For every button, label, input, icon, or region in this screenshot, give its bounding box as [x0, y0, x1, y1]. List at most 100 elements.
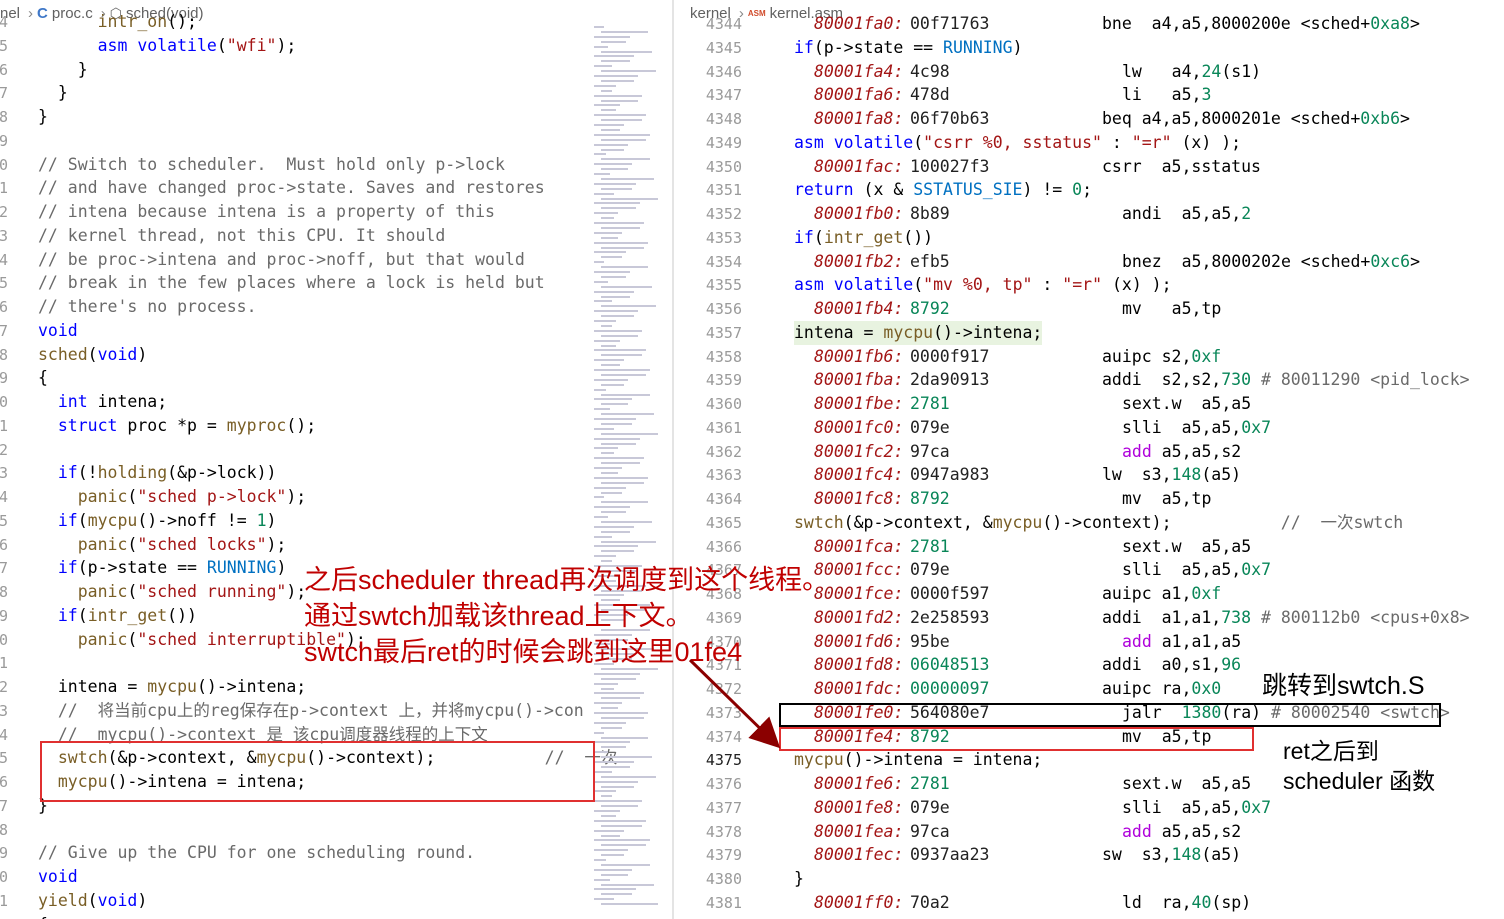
source-line: intena = mycpu()->intena; [794, 320, 1043, 345]
minimap-line [594, 751, 608, 754]
line-number: 4352 [705, 205, 742, 223]
minimap-line [601, 393, 650, 396]
minimap-line [594, 26, 604, 28]
line-number: 4374 [705, 727, 742, 746]
asm-address: 80001fea: [814, 821, 904, 841]
line-number: 4364 [705, 490, 742, 508]
line-number: 4348 [705, 110, 742, 128]
minimap-line [601, 883, 654, 886]
asm-opcode: 97ca [910, 441, 950, 461]
asm-instruction: addi a1,a1,738 # 800112b0 <cpus+0x8> [1102, 607, 1470, 627]
minimap-line [594, 349, 646, 352]
line-number: 4375 [705, 751, 742, 770]
minimap-line [594, 408, 610, 411]
code-line: if(mycpu()->noff != 1) [57, 510, 277, 530]
minimap-line [594, 320, 616, 322]
asm-address: 80001fd8: [814, 655, 904, 675]
asm-opcode: 2e258593 [910, 607, 990, 627]
highlight-box-swtch-call [40, 741, 595, 802]
minimap[interactable] [586, 26, 658, 919]
code-line: panic("sched locks"); [77, 534, 287, 554]
label-ret-1: ret之后到 [1283, 738, 1379, 764]
line-number: 4 [0, 13, 8, 31]
minimap-line [594, 810, 620, 812]
line-number: 4 [0, 250, 8, 269]
minimap-line [601, 285, 652, 288]
minimap-line [601, 716, 644, 719]
minimap-line [594, 300, 612, 303]
line-number: 8 [0, 820, 8, 839]
code-line: { [38, 368, 48, 388]
minimap-line [601, 707, 618, 710]
line-number: 4356 [705, 300, 742, 318]
code-line: // there's no process. [38, 297, 257, 316]
asm-address: 80001fa6: [814, 85, 904, 105]
minimap-line [601, 50, 652, 53]
asm-address: 80001fbe: [814, 394, 904, 413]
line-number: 4346 [705, 62, 742, 81]
line-number: 4355 [705, 276, 742, 295]
minimap-line [594, 35, 630, 38]
minimap-line [601, 736, 648, 739]
minimap-line [594, 114, 646, 117]
minimap-line [601, 275, 626, 278]
minimap-line [594, 378, 628, 381]
minimap-line [601, 550, 634, 553]
code-line: asm volatile("wfi"); [97, 35, 297, 55]
minimap-line [601, 197, 658, 200]
minimap-line [601, 726, 622, 729]
code-line: // break in the few places where a lock … [38, 273, 545, 293]
minimap-line [594, 712, 648, 714]
minimap-line [601, 471, 618, 474]
minimap-line [601, 128, 620, 131]
minimap-line [594, 447, 618, 450]
highlight-box-jalr [779, 703, 1441, 727]
code-line: intr_on(); [97, 12, 197, 31]
asm-address: 80001fa8: [814, 109, 904, 128]
asm-opcode: 079e [910, 560, 950, 580]
asm-instruction: li a5,3 [1122, 85, 1212, 105]
line-number: 1 [0, 891, 8, 910]
minimap-line [601, 119, 642, 122]
minimap-line [594, 555, 616, 558]
minimap-line [594, 682, 618, 685]
asm-opcode: 0947a983 [910, 465, 990, 485]
code-line: // 将当前cpu上的reg保存在p->context 上，并将mycpu()-… [57, 700, 584, 720]
minimap-line [594, 486, 626, 489]
source-line: asm volatile("csrr %0, sstatus" : "=r" (… [794, 132, 1242, 152]
minimap-line [601, 697, 640, 700]
line-number: 4349 [705, 133, 742, 152]
minimap-line [601, 246, 644, 249]
line-number: 4376 [705, 775, 742, 793]
line-number: 4365 [705, 513, 742, 532]
line-number: 9 [0, 369, 8, 388]
minimap-line [601, 511, 626, 514]
minimap-line [601, 452, 614, 455]
line-number: 9 [0, 844, 8, 863]
source-line: asm volatile("mv %0, tp" : "=r" (x) ); [794, 275, 1172, 295]
minimap-line [601, 422, 632, 425]
minimap-line [594, 731, 604, 734]
asm-opcode: 70a2 [910, 892, 950, 912]
minimap-line [594, 133, 650, 136]
minimap-line [594, 800, 642, 803]
minimap-line [601, 177, 654, 180]
minimap-line [594, 339, 620, 342]
minimap-line [594, 868, 632, 871]
asm-instruction: auipc a1,0xf [1102, 584, 1222, 603]
minimap-line [601, 863, 650, 866]
asm-address: 80001fc8: [814, 489, 904, 508]
line-number: 8 [0, 345, 8, 364]
minimap-line [601, 501, 648, 504]
asm-instruction: andi a5,a5,2 [1122, 204, 1252, 223]
source-line: if(intr_get()) [794, 227, 934, 247]
asm-opcode: 100027f3 [910, 156, 990, 176]
line-number: 0 [0, 393, 8, 411]
minimap-line [594, 104, 620, 107]
asm-address: 80001fca: [814, 536, 904, 556]
line-number: 0 [0, 868, 8, 886]
minimap-line [594, 525, 634, 528]
asm-opcode: 079e [910, 797, 950, 817]
asm-address: 80001fb6: [814, 346, 904, 366]
minimap-line [601, 873, 628, 876]
